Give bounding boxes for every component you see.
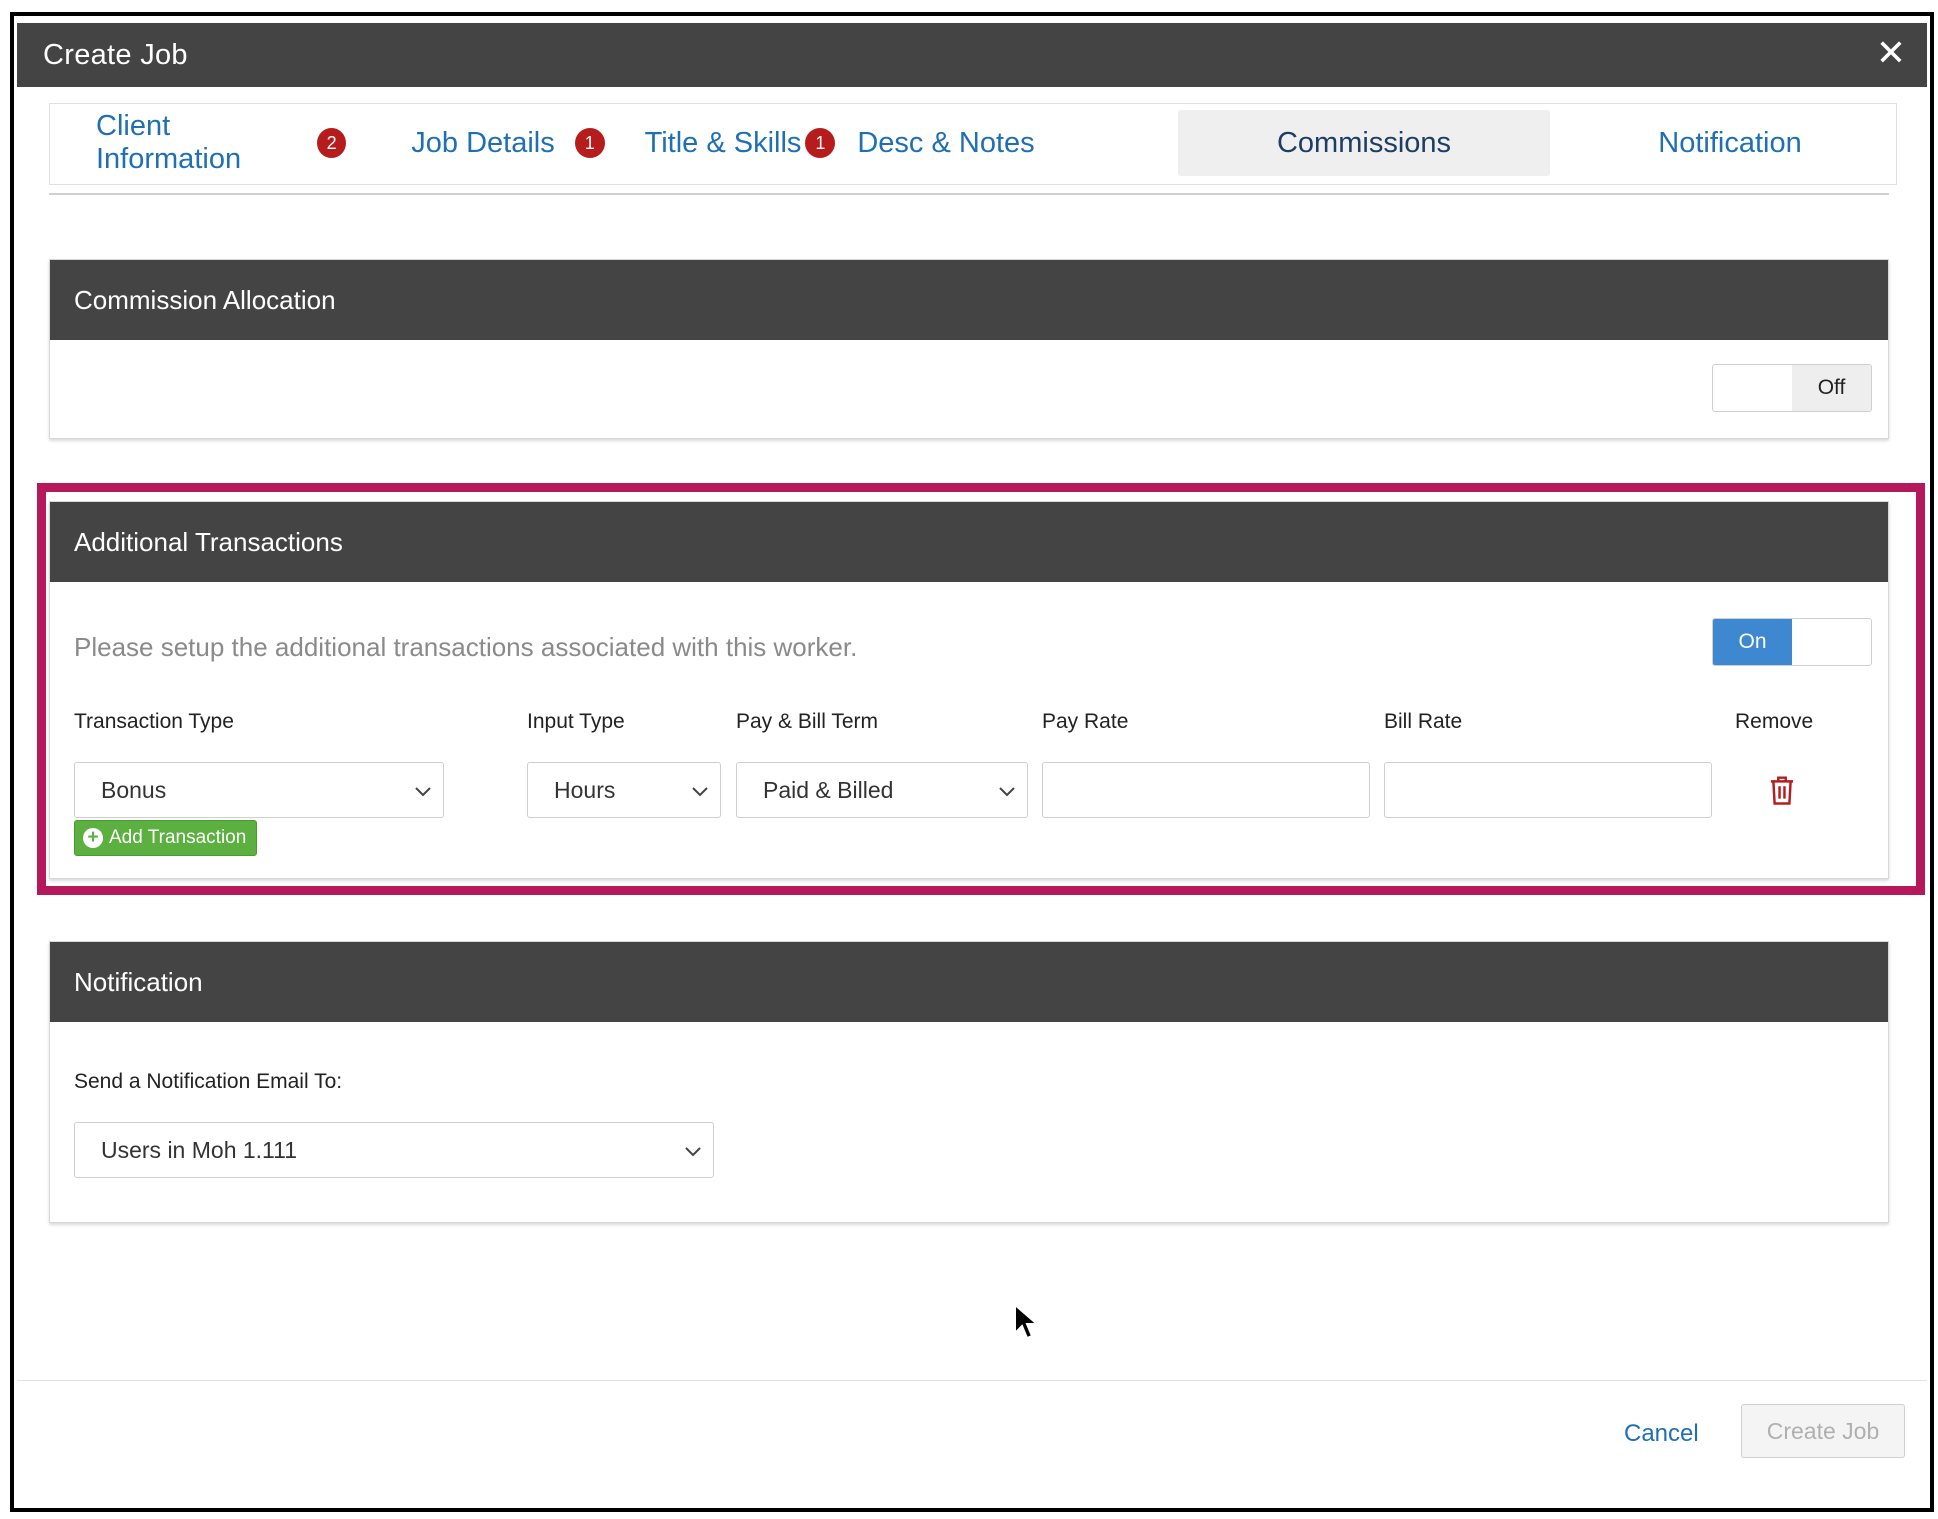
tab-label: Notification xyxy=(1658,126,1802,159)
pay-rate-label: Pay Rate xyxy=(1042,710,1129,733)
tab-desc-notes[interactable]: Desc & Notes xyxy=(846,110,1046,176)
pay-rate-input[interactable] xyxy=(1042,762,1370,818)
remove-label: Remove xyxy=(1735,710,1814,733)
pay-bill-term-value: Paid & Billed xyxy=(763,776,894,803)
toggle-empty-segment xyxy=(1792,619,1871,665)
trash-icon[interactable] xyxy=(1767,774,1797,806)
tab-commissions[interactable]: Commissions xyxy=(1178,110,1550,176)
close-icon[interactable]: ✕ xyxy=(1871,33,1911,73)
transaction-type-select[interactable]: Bonus xyxy=(74,762,444,818)
tab-divider xyxy=(49,193,1889,195)
tab-notification[interactable]: Notification xyxy=(1580,110,1880,176)
tab-label: Commissions xyxy=(1276,126,1452,159)
tab-label: Client Information xyxy=(96,110,242,175)
chevron-down-icon xyxy=(692,787,708,797)
mouse-pointer-icon xyxy=(1014,1303,1039,1340)
panel-title: Notification xyxy=(50,942,1888,1022)
notification-panel: Notification Send a Notification Email T… xyxy=(49,941,1889,1223)
input-type-select[interactable]: Hours xyxy=(527,762,721,818)
error-count-badge: 2 xyxy=(317,128,346,158)
create-job-button[interactable]: Create Job xyxy=(1741,1404,1905,1458)
commission-allocation-panel: Commission Allocation Off xyxy=(49,259,1889,439)
add-transaction-button[interactable]: + Add Transaction xyxy=(74,820,258,856)
add-transaction-label: Add Transaction xyxy=(109,827,247,848)
chevron-down-icon xyxy=(999,787,1015,797)
create-job-modal: Create Job ✕ Client Information 2 Job Det… xyxy=(17,23,1927,1508)
error-count-badge: 1 xyxy=(574,128,605,158)
tab-title-skills[interactable]: Title & Skills 1 xyxy=(642,110,838,176)
chevron-down-icon xyxy=(415,787,431,797)
toggle-off-label: Off xyxy=(1792,365,1871,411)
error-count-badge: 1 xyxy=(805,128,836,158)
tab-job-details[interactable]: Job Details 1 xyxy=(398,110,618,176)
panel-title: Additional Transactions xyxy=(50,502,1888,582)
additional-transactions-panel: Additional Transactions Please setup the… xyxy=(49,501,1889,879)
tab-client-information[interactable]: Client Information 2 xyxy=(96,110,346,176)
cancel-button[interactable]: Cancel xyxy=(1624,1420,1699,1448)
transaction-type-value: Bonus xyxy=(101,776,167,803)
tab-label: Job Details xyxy=(411,126,555,159)
bill-rate-label: Bill Rate xyxy=(1384,710,1463,733)
commission-allocation-toggle[interactable]: Off xyxy=(1712,364,1872,412)
notification-email-label: Send a Notification Email To: xyxy=(74,1070,343,1093)
modal-title: Create Job xyxy=(43,38,188,71)
additional-transactions-toggle[interactable]: On xyxy=(1712,618,1872,666)
input-type-label: Input Type xyxy=(527,710,625,733)
toggle-on-label: On xyxy=(1713,619,1792,665)
notification-recipient-select[interactable]: Users in Moh 1.111 xyxy=(74,1122,714,1178)
chevron-down-icon xyxy=(685,1147,701,1157)
transaction-type-label: Transaction Type xyxy=(74,710,234,733)
bill-rate-input[interactable] xyxy=(1384,762,1712,818)
plus-circle-icon: + xyxy=(83,828,103,848)
tab-label: Desc & Notes xyxy=(857,126,1035,159)
tab-bar: Client Information 2 Job Details 1 Title &… xyxy=(49,103,1897,185)
panel-title: Commission Allocation xyxy=(50,260,1888,340)
additional-transactions-hint: Please setup the additional transactions… xyxy=(74,632,858,662)
notification-recipient-value: Users in Moh 1.111 xyxy=(101,1136,298,1163)
tab-label: Title & Skills xyxy=(644,126,802,159)
input-type-value: Hours xyxy=(554,776,616,803)
pay-bill-term-select[interactable]: Paid & Billed xyxy=(736,762,1028,818)
pay-bill-term-label: Pay & Bill Term xyxy=(736,710,878,733)
toggle-empty-segment xyxy=(1713,365,1792,411)
modal-header: Create Job ✕ xyxy=(17,23,1927,87)
